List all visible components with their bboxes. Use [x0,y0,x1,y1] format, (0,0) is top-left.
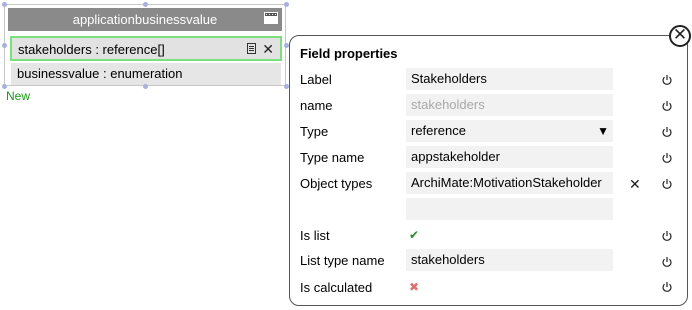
prop-label-list-type-name: List type name [300,253,385,268]
new-link[interactable]: New [6,89,30,103]
type-name-input[interactable]: appstakeholder [406,146,613,168]
resize-handle[interactable] [143,84,148,89]
power-icon[interactable] [661,74,673,86]
prop-label-is-calculated: Is calculated [300,280,373,295]
object-types-input[interactable]: ArchiMate:MotivationStakeholder [406,172,613,194]
power-icon[interactable] [661,230,673,242]
document-icon[interactable] [247,43,257,54]
power-icon[interactable] [661,281,673,293]
power-icon[interactable] [661,126,673,138]
prop-label-type-name: Type name [300,150,365,165]
prop-label-object-types: Object types [300,176,373,191]
prop-label-name: name [300,98,333,113]
remove-object-type-icon[interactable]: ✕ [629,176,641,193]
power-icon[interactable] [661,256,673,268]
resize-handle[interactable] [143,2,148,7]
resize-handle[interactable] [2,2,7,7]
entity-field-row[interactable]: businessvalue : enumeration [11,63,281,85]
prop-label-label: Label [300,72,332,87]
power-icon[interactable] [661,100,673,112]
close-icon[interactable]: ✕ [262,42,274,56]
list-type-name-input[interactable]: stakeholders [406,249,613,271]
panel-title: Field properties [300,46,398,61]
is-calculated-cross-icon[interactable]: ✖ [409,280,419,294]
prop-label-type: Type [300,124,329,139]
entity-card[interactable]: applicationbusinessvalue stakeholders : … [4,4,286,86]
power-icon[interactable] [661,178,673,190]
name-input[interactable]: stakeholders [406,94,613,116]
close-circle-icon[interactable]: ✕ [669,25,691,47]
entity-header[interactable]: applicationbusinessvalue [8,8,282,31]
chevron-down-icon[interactable]: ▼ [597,120,609,142]
field-label: stakeholders : reference[] [18,42,165,57]
entity-title: applicationbusinessvalue [72,12,218,27]
object-types-new-input[interactable] [406,198,613,220]
type-select[interactable]: reference ▼ [406,120,613,142]
power-icon[interactable] [661,152,673,164]
prop-label-is-list: Is list [300,228,330,243]
resize-handle[interactable] [284,2,289,7]
window-icon[interactable] [264,12,278,24]
type-select-value: reference [411,123,466,138]
label-input[interactable]: Stakeholders [406,68,613,90]
is-list-check-icon[interactable]: ✔ [409,228,419,242]
resize-handle[interactable] [2,43,7,48]
field-label: businessvalue : enumeration [17,66,183,81]
entity-field-row-selected[interactable]: stakeholders : reference[] ✕ [10,36,282,61]
